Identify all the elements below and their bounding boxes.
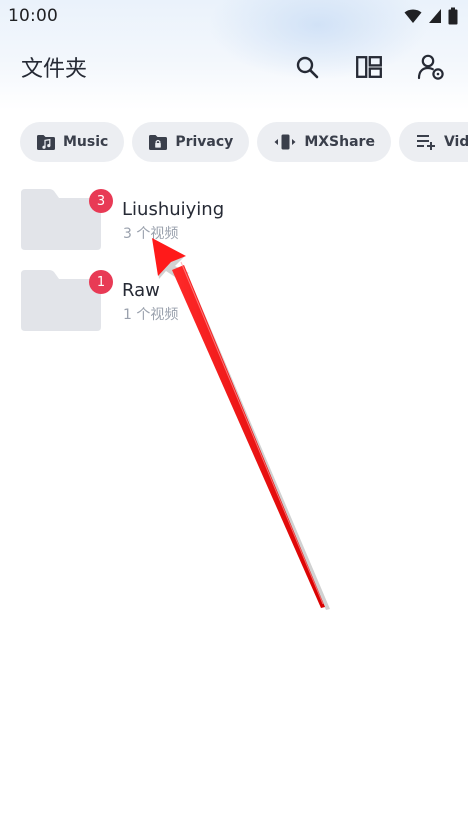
new-count-badge: 1 xyxy=(89,270,113,294)
playlist-add-icon xyxy=(416,135,435,150)
video-count: 3 个视频 xyxy=(123,226,179,242)
video-count: 1 个视频 xyxy=(123,307,179,323)
app-actions xyxy=(293,53,447,81)
chip-mxshare[interactable]: MXShare xyxy=(257,122,391,162)
lock-folder-icon xyxy=(149,134,168,150)
folder-name: Raw xyxy=(122,280,160,301)
share-transfer-icon xyxy=(274,134,296,150)
folder-item-raw[interactable]: 1 Raw 1 个视频 xyxy=(0,261,468,342)
folder-name: Liushuiying xyxy=(122,199,225,220)
chip-label: Privacy xyxy=(175,134,234,150)
layout-icon xyxy=(356,56,382,78)
chip-label: MXShare xyxy=(304,134,375,150)
status-bar: 10:00 xyxy=(0,0,468,32)
new-count-badge: 3 xyxy=(89,189,113,213)
music-folder-icon xyxy=(37,134,55,150)
battery-icon xyxy=(448,7,458,25)
layout-toggle-button[interactable] xyxy=(355,53,383,81)
chip-label: Video P xyxy=(443,134,468,150)
search-button[interactable] xyxy=(293,53,321,81)
folder-item-liushuiying[interactable]: 3 Liushuiying 3 个视频 xyxy=(0,180,468,261)
app-bar: 文件夹 xyxy=(0,44,468,90)
account-settings-button[interactable] xyxy=(417,53,445,81)
category-chips: Music Privacy MXShare Video P xyxy=(20,122,468,164)
status-time: 10:00 xyxy=(8,6,58,26)
signal-icon xyxy=(429,9,441,23)
chip-label: Music xyxy=(63,134,109,150)
folder-list: 3 Liushuiying 3 个视频 1 Raw 1 个视频 xyxy=(0,180,468,342)
account-settings-icon xyxy=(417,54,444,80)
status-icons xyxy=(404,7,458,25)
wifi-icon xyxy=(404,9,422,23)
chip-video-playlist[interactable]: Video P xyxy=(398,122,468,162)
search-icon xyxy=(296,56,319,79)
page-title: 文件夹 xyxy=(21,57,88,82)
chip-music[interactable]: Music xyxy=(20,122,125,162)
chip-privacy[interactable]: Privacy xyxy=(132,122,250,162)
